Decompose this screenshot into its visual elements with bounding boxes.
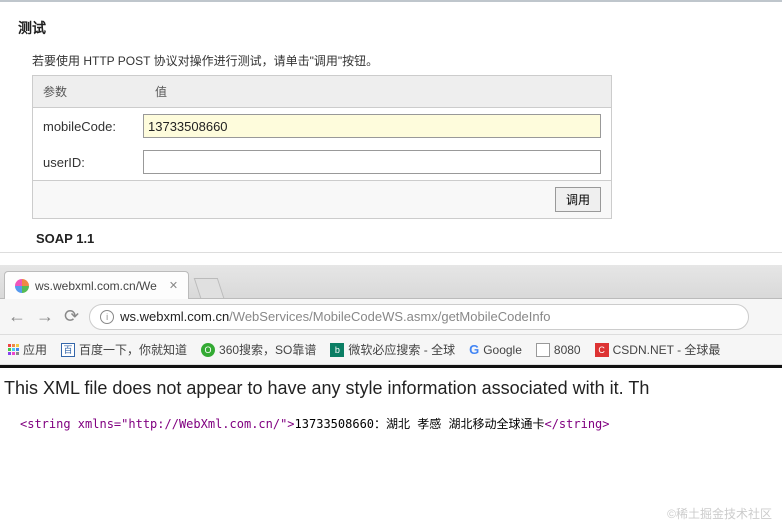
page-icon [536, 343, 550, 357]
new-tab-button[interactable] [194, 278, 224, 298]
browser-window: ws.webxml.com.cn/We ✕ ← → ⟳ i ws.webxml.… [0, 265, 782, 442]
param-table: 参数 值 mobileCode: userID: 调用 [32, 75, 612, 219]
url-field[interactable]: i ws.webxml.com.cn/WebServices/MobileCod… [89, 304, 749, 330]
apps-button[interactable]: 应用 [8, 341, 47, 358]
close-tab-icon[interactable]: ✕ [169, 279, 178, 292]
th-value: 值 [145, 76, 177, 107]
baidu-icon: 百 [61, 343, 75, 357]
tab-bar: ws.webxml.com.cn/We ✕ [0, 265, 782, 299]
param-label: userID: [43, 155, 143, 170]
divider [0, 252, 782, 253]
invoke-button[interactable]: 调用 [555, 187, 601, 212]
section-title: 测试 [18, 18, 782, 38]
site-info-icon[interactable]: i [100, 310, 114, 324]
reload-button[interactable]: ⟳ [64, 306, 79, 327]
instruction-text: 若要使用 HTTP POST 协议对操作进行测试，请单击"调用"按钮。 [32, 52, 782, 69]
test-panel: 测试 若要使用 HTTP POST 协议对操作进行测试，请单击"调用"按钮。 参… [0, 0, 782, 246]
th-param: 参数 [33, 76, 145, 107]
google-icon: G [469, 342, 479, 357]
bookmark-csdn[interactable]: CCSDN.NET - 全球最 [595, 341, 721, 358]
tab-title: ws.webxml.com.cn/We [35, 279, 157, 293]
forward-button[interactable]: → [36, 306, 54, 327]
userid-input[interactable] [143, 150, 601, 174]
favicon-icon [15, 279, 29, 293]
bookmark-baidu[interactable]: 百百度一下，你就知道 [61, 341, 187, 358]
bookmark-360[interactable]: O360搜索，SO靠谱 [201, 341, 316, 358]
page-content: This XML file does not appear to have an… [0, 368, 782, 442]
button-row: 调用 [33, 180, 611, 218]
watermark: ©稀土掘金技术社区 [667, 505, 772, 522]
address-bar: ← → ⟳ i ws.webxml.com.cn/WebServices/Mob… [0, 299, 782, 335]
mobilecode-input[interactable] [143, 114, 601, 138]
bookmarks-bar: 应用 百百度一下，你就知道 O360搜索，SO靠谱 b微软必应搜索 - 全球 G… [0, 335, 782, 365]
xml-style-message: This XML file does not appear to have an… [4, 378, 778, 399]
bookmark-bing[interactable]: b微软必应搜索 - 全球 [330, 341, 455, 358]
back-button[interactable]: ← [8, 306, 26, 327]
table-row: userID: [33, 144, 611, 180]
table-header: 参数 值 [33, 76, 611, 108]
table-row: mobileCode: [33, 108, 611, 144]
param-label: mobileCode: [43, 119, 143, 134]
xml-content: <string xmlns="http://WebXml.com.cn/">13… [20, 415, 778, 432]
soap-label: SOAP 1.1 [36, 231, 782, 246]
bing-icon: b [330, 343, 344, 357]
apps-icon [8, 344, 19, 355]
bookmark-8080[interactable]: 8080 [536, 343, 581, 357]
360-icon: O [201, 343, 215, 357]
bookmark-google[interactable]: GGoogle [469, 342, 522, 357]
browser-tab[interactable]: ws.webxml.com.cn/We ✕ [4, 271, 189, 299]
url-text: ws.webxml.com.cn/WebServices/MobileCodeW… [120, 309, 550, 324]
csdn-icon: C [595, 343, 609, 357]
